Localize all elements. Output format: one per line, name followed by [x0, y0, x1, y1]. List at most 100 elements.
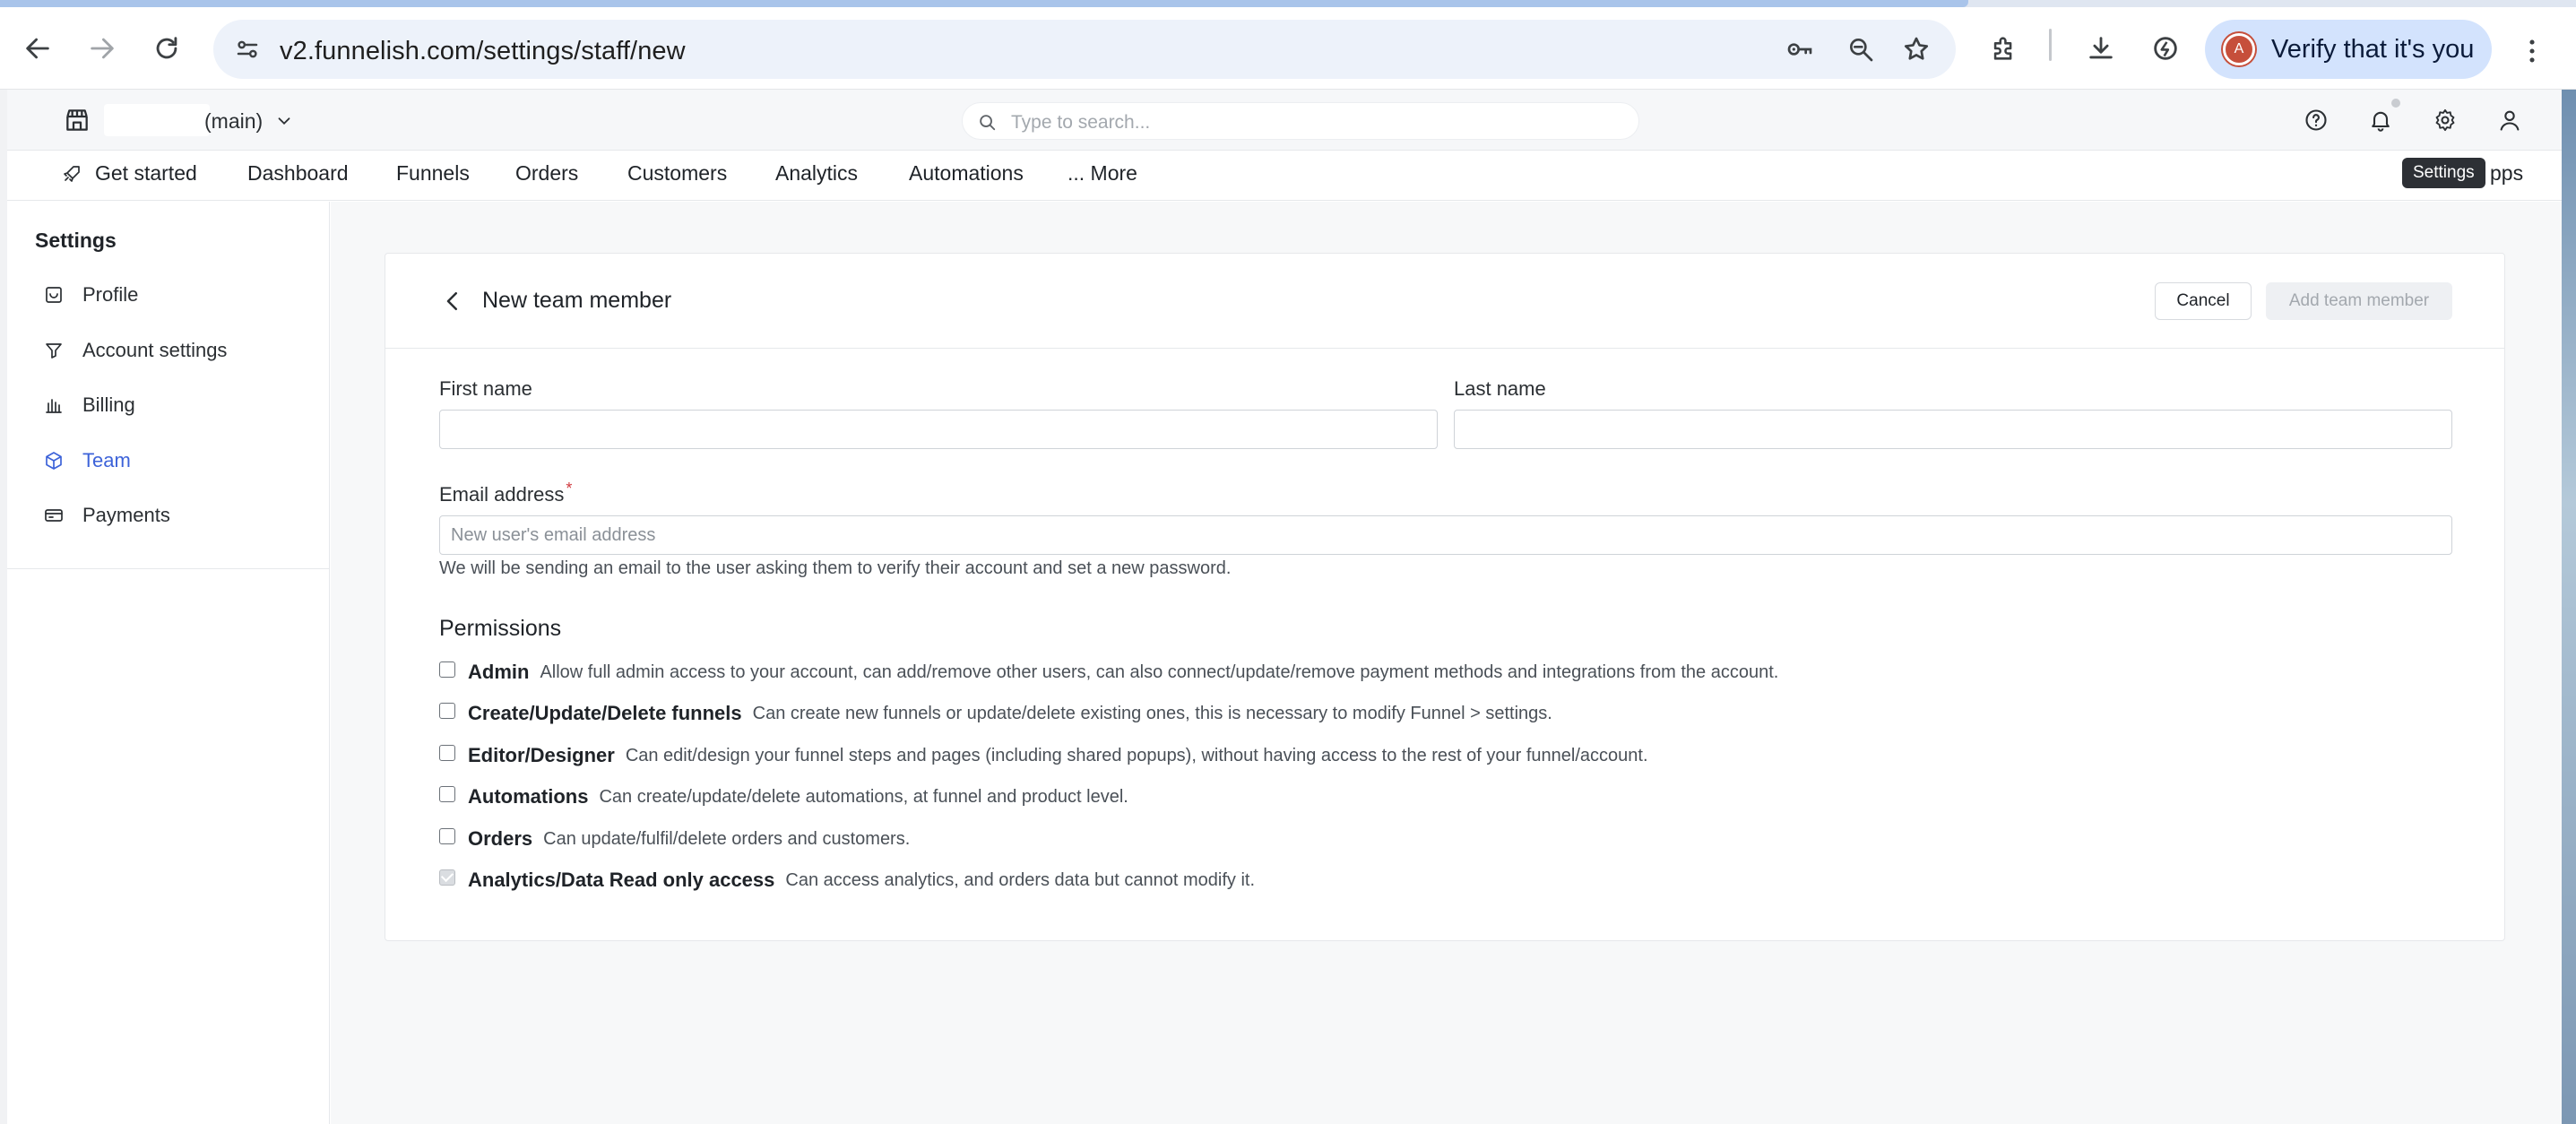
permission-name: Analytics/Data Read only access [468, 869, 775, 891]
download-icon [2089, 37, 2113, 59]
performance-button[interactable] [2142, 25, 2189, 72]
funnels-checkbox[interactable] [439, 703, 455, 719]
reload-icon [156, 37, 177, 59]
permission-analytics: Analytics/Data Read only access Can acce… [439, 869, 1255, 892]
search-bar[interactable]: Type to search... [962, 102, 1639, 140]
permission-desc: Can edit/design your funnel steps and pa… [625, 745, 1648, 765]
payments-icon [45, 509, 63, 522]
sidebar-item-label: Billing [82, 393, 135, 416]
verify-label: Verify that it's you [2271, 34, 2475, 64]
back-button[interactable] [14, 25, 61, 72]
last-name-field[interactable] [1454, 410, 2452, 449]
permission-name: Editor/Designer [468, 744, 615, 766]
last-name-label: Last name [1454, 377, 1546, 400]
nav-dashboard[interactable]: Dashboard [247, 161, 349, 186]
nav-label: Funnels [396, 161, 470, 185]
nav-analytics[interactable]: Analytics [775, 161, 858, 186]
first-name-field[interactable] [439, 410, 1438, 449]
store-icon[interactable] [63, 106, 91, 134]
nav-get-started[interactable]: Get started [61, 161, 197, 186]
permission-desc: Can create/update/delete automations, at… [599, 786, 1128, 807]
required-mark: * [566, 480, 573, 497]
sidebar-divider [7, 568, 330, 569]
email-hint: We will be sending an email to the user … [439, 558, 1232, 578]
search-placeholder: Type to search... [1011, 112, 1151, 133]
sidebar-item-label: Profile [82, 283, 139, 306]
chevron-left-icon[interactable] [439, 288, 466, 315]
settings-sidebar: Settings Profile Account settings Billin… [7, 202, 330, 1124]
admin-checkbox[interactable] [439, 661, 455, 678]
sidebar-item-billing[interactable]: Billing [43, 387, 135, 423]
help-button[interactable] [2300, 104, 2332, 136]
editor-checkbox[interactable] [439, 745, 455, 761]
desktop-edge [2562, 90, 2576, 1124]
email-label-text: Email address [439, 483, 565, 506]
verify-identity-chip[interactable]: A Verify that it's you [2205, 20, 2492, 79]
team-icon [46, 452, 62, 470]
add-team-member-button[interactable]: Add team member [2266, 282, 2452, 320]
analytics-checkbox [439, 869, 455, 886]
account-button[interactable] [2494, 104, 2526, 136]
page-title: New team member [482, 288, 672, 313]
url-text[interactable]: v2.funnelish.com/settings/staff/new [280, 37, 686, 66]
nav-label: Customers [627, 161, 728, 185]
permission-desc: Can update/fulfil/delete orders and cust… [543, 828, 911, 849]
permission-funnels: Create/Update/Delete funnels Can create … [439, 702, 1552, 725]
browser-menu-button[interactable] [2510, 29, 2554, 73]
permission-name: Admin [468, 661, 530, 683]
sidebar-item-team[interactable]: Team [43, 443, 131, 479]
billing-icon [46, 399, 62, 413]
bookmark-star-icon[interactable] [1895, 28, 1938, 71]
sidebar-item-label: Payments [82, 504, 170, 526]
reload-button[interactable] [143, 25, 190, 72]
window-left-edge [0, 90, 7, 1124]
nav-automations[interactable]: Automations [909, 161, 1024, 186]
arrow-left-icon [26, 38, 49, 59]
site-info-icon[interactable] [226, 28, 269, 71]
toolbar-separator [2049, 29, 2052, 61]
email-label: Email address * [439, 480, 573, 506]
speedometer-icon [2154, 37, 2177, 60]
store-name-redacted [104, 104, 210, 136]
kebab-menu-icon [2529, 39, 2535, 63]
address-bar[interactable]: v2.funnelish.com/settings/staff/new [213, 20, 1956, 79]
sidebar-item-payments[interactable]: Payments [43, 497, 170, 533]
permission-editor: Editor/Designer Can edit/design your fun… [439, 744, 1648, 767]
nav-orders[interactable]: Orders [515, 161, 578, 186]
chevron-down-icon[interactable] [274, 111, 294, 131]
automations-checkbox[interactable] [439, 786, 455, 802]
nav-label: Analytics [775, 161, 859, 185]
permission-name: Orders [468, 827, 533, 850]
notifications-button[interactable] [2364, 104, 2397, 136]
nav-label: ... More [1068, 161, 1137, 185]
rocket-icon [64, 165, 80, 182]
nav-apps[interactable]: pps [2490, 161, 2523, 186]
nav-customers[interactable]: Customers [627, 161, 727, 186]
orders-checkbox[interactable] [439, 828, 455, 844]
sidebar-title: Settings [35, 229, 117, 252]
cancel-button[interactable]: Cancel [2155, 282, 2252, 320]
downloads-button[interactable] [2078, 25, 2124, 72]
forward-button[interactable] [79, 25, 125, 72]
permission-admin: Admin Allow full admin access to your ac… [439, 661, 1778, 684]
sidebar-item-account-settings[interactable]: Account settings [43, 333, 227, 368]
new-member-card: New team member Cancel Add team member F… [385, 253, 2505, 941]
help-icon [2305, 109, 2327, 131]
nav-label: Get started [95, 161, 197, 185]
settings-button[interactable] [2429, 104, 2461, 136]
notification-dot [2391, 99, 2400, 108]
zoom-out-icon[interactable] [1839, 28, 1882, 71]
user-icon [2500, 110, 2520, 131]
sidebar-item-profile[interactable]: Profile [43, 277, 138, 313]
permission-desc: Can create new funnels or update/delete … [752, 703, 1552, 723]
first-name-label: First name [439, 377, 532, 400]
email-field[interactable] [439, 515, 2452, 555]
permission-automations: Automations Can create/update/delete aut… [439, 785, 1128, 808]
nav-more[interactable]: ... More [1068, 161, 1137, 186]
store-selector[interactable]: (main) [204, 109, 263, 134]
extensions-button[interactable] [1981, 25, 2027, 72]
bell-icon [2372, 111, 2390, 132]
nav-funnels[interactable]: Funnels [396, 161, 470, 186]
permissions-title: Permissions [439, 616, 562, 641]
password-key-icon[interactable] [1778, 28, 1821, 71]
